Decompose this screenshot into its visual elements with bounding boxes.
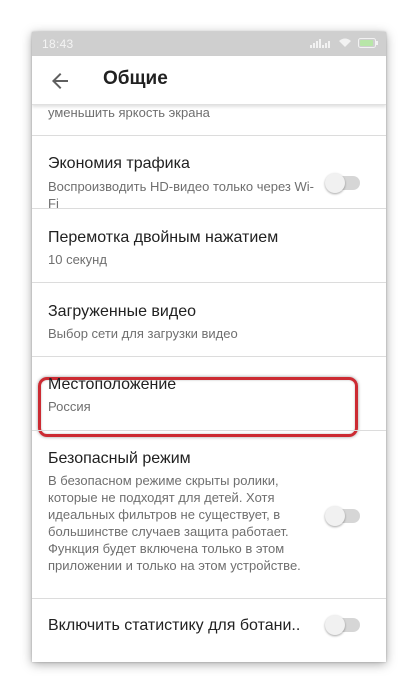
settings-item-subtitle: 10 секунд	[48, 252, 107, 267]
settings-item-downloads[interactable]: Загруженные видео Выбор сети для загрузк…	[32, 283, 386, 357]
settings-item-subtitle: Россия	[48, 399, 91, 414]
settings-item-subtitle: В безопасном режиме скрыты ролики, котор…	[48, 473, 301, 573]
restricted-mode-toggle[interactable]	[325, 506, 360, 526]
settings-item-brightness[interactable]: уменьшить яркость экрана	[32, 105, 386, 136]
settings-item-subtitle: уменьшить яркость экрана	[48, 105, 210, 120]
settings-item-title: Экономия трафика	[48, 155, 190, 172]
settings-item-title: Перемотка двойным нажатием	[48, 229, 279, 246]
settings-item-title: Загруженные видео	[48, 303, 196, 320]
wifi-icon	[339, 38, 351, 47]
app-bar: Общие	[32, 56, 386, 105]
page-title: Общие	[103, 68, 168, 89]
phone-screen: 18:43 Общие уменьшить яркость экрана Эко…	[32, 32, 386, 662]
settings-item-data-saving[interactable]: Экономия трафика Воспроизводить HD-видео…	[32, 136, 386, 211]
status-bar: 18:43	[32, 32, 386, 56]
settings-item-location[interactable]: Местоположение Россия	[32, 357, 386, 431]
settings-item-title: Местоположение	[48, 376, 177, 393]
toggle-thumb	[325, 615, 345, 635]
arrow-back-icon[interactable]	[48, 69, 72, 93]
signal-icon	[310, 39, 330, 48]
settings-item-title: Включить статистику для ботани..	[48, 617, 301, 634]
settings-item-double-tap-seek[interactable]: Перемотка двойным нажатием 10 секунд	[32, 209, 386, 283]
settings-list[interactable]: уменьшить яркость экрана Экономия трафик…	[32, 105, 386, 655]
stats-for-nerds-toggle[interactable]	[325, 615, 360, 635]
status-icons	[310, 38, 378, 48]
data-saving-toggle[interactable]	[325, 173, 360, 193]
status-time: 18:43	[42, 37, 74, 51]
battery-icon	[358, 38, 378, 48]
toggle-thumb	[325, 173, 345, 193]
settings-item-subtitle: Выбор сети для загрузки видео	[48, 326, 238, 341]
toggle-thumb	[325, 506, 345, 526]
settings-item-restricted-mode[interactable]: Безопасный режим В безопасном режиме скр…	[32, 431, 386, 599]
settings-item-subtitle: Воспроизводить HD-видео только через Wi-…	[48, 179, 314, 211]
settings-item-title: Безопасный режим	[48, 450, 191, 467]
settings-item-stats-for-nerds[interactable]: Включить статистику для ботани..	[32, 599, 386, 655]
